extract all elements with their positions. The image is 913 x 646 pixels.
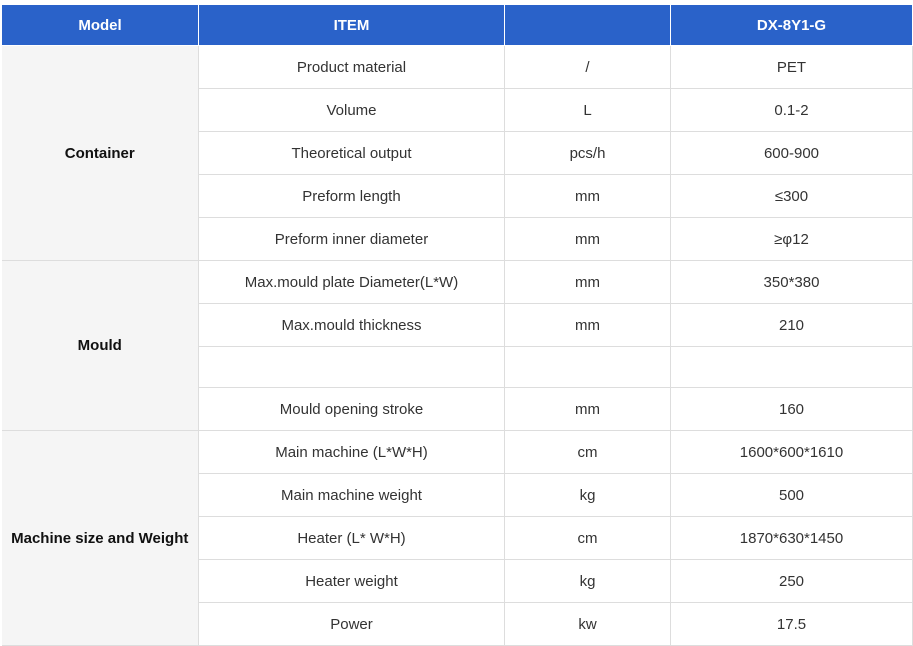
unit-cell: / (504, 45, 671, 89)
header-row: Model ITEM DX-8Y1-G (1, 4, 913, 46)
item-cell: Power (198, 602, 505, 646)
unit-cell: mm (504, 303, 671, 347)
unit-cell: mm (504, 217, 671, 261)
value-cell: ≥φ12 (670, 217, 913, 261)
value-cell: 500 (670, 473, 913, 517)
unit-cell: mm (504, 387, 671, 431)
unit-cell: L (504, 88, 671, 132)
header-value: DX-8Y1-G (670, 4, 913, 46)
item-cell: Max.mould thickness (198, 303, 505, 347)
item-cell: Heater weight (198, 559, 505, 603)
item-cell: Volume (198, 88, 505, 132)
unit-cell: kg (504, 473, 671, 517)
item-cell: Theoretical output (198, 131, 505, 175)
group-mould: Mould (1, 260, 199, 431)
header-unit (504, 4, 671, 46)
item-cell: Preform inner diameter (198, 217, 505, 261)
unit-cell: kg (504, 559, 671, 603)
table-row: Mould Max.mould plate Diameter(L*W) mm 3… (1, 260, 913, 431)
item-cell: Product material (198, 45, 505, 89)
item-cell: Main machine weight (198, 473, 505, 517)
value-cell: 1870*630*1450 (670, 516, 913, 560)
header-model: Model (1, 4, 199, 46)
item-cell: Mould opening stroke (198, 387, 505, 431)
value-cell: ≤300 (670, 174, 913, 218)
header-item: ITEM (198, 4, 505, 46)
value-cell: 17.5 (670, 602, 913, 646)
unit-cell: pcs/h (504, 131, 671, 175)
value-cell: 160 (670, 387, 913, 431)
value-cell: 210 (670, 303, 913, 347)
value-cell: 350*380 (670, 260, 913, 304)
group-container: Container (1, 45, 199, 261)
unit-cell: mm (504, 174, 671, 218)
value-cell: 250 (670, 559, 913, 603)
value-cell: 0.1-2 (670, 88, 913, 132)
table-row: Container Product material / PET (1, 45, 913, 261)
item-cell (198, 346, 505, 388)
unit-cell: kw (504, 602, 671, 646)
item-cell: Max.mould plate Diameter(L*W) (198, 260, 505, 304)
group-machine-size: Machine size and Weight (1, 430, 199, 646)
unit-cell: cm (504, 516, 671, 560)
value-cell: 600-900 (670, 131, 913, 175)
unit-cell: mm (504, 260, 671, 304)
unit-cell: cm (504, 430, 671, 474)
spec-table: Model ITEM DX-8Y1-G Container Product ma… (1, 4, 913, 646)
value-cell: 1600*600*1610 (670, 430, 913, 474)
value-cell: PET (670, 45, 913, 89)
value-cell (670, 346, 913, 388)
unit-cell (504, 346, 671, 388)
item-cell: Main machine (L*W*H) (198, 430, 505, 474)
table-row: Machine size and Weight Main machine (L*… (1, 430, 913, 646)
item-cell: Heater (L* W*H) (198, 516, 505, 560)
item-cell: Preform length (198, 174, 505, 218)
